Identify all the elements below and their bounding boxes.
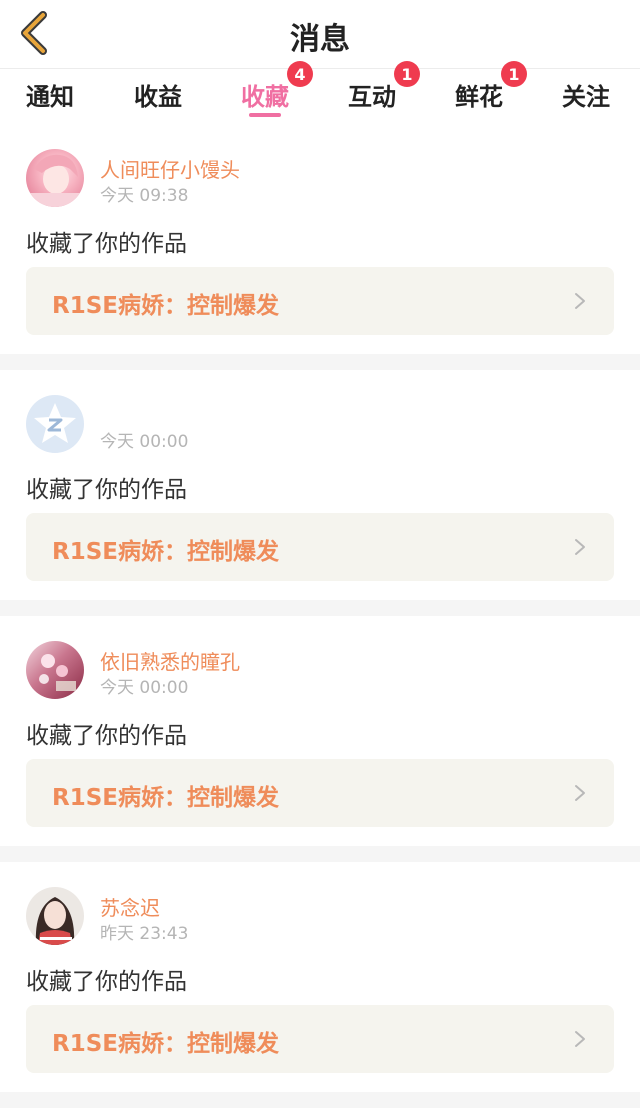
tab-flowers[interactable]: 鲜花 1 — [455, 61, 527, 112]
avatar[interactable] — [26, 395, 84, 453]
chevron-right-icon — [575, 1031, 585, 1047]
tab-label: 关注 — [562, 83, 610, 111]
chevron-right-icon — [575, 785, 585, 801]
flower-avatar-icon — [39, 654, 76, 691]
top-bar: 消息 — [0, 0, 640, 68]
work-title: R1SE病娇：控制爆发 — [52, 293, 279, 319]
timestamp: 今天 00:00 — [100, 432, 189, 452]
username[interactable]: 苏念迟 — [100, 892, 160, 921]
work-title: R1SE病娇：控制爆发 — [52, 1031, 279, 1057]
list-item: 依旧熟悉的瞳孔 今天 00:00 收藏了你的作品 R1SE病娇：控制爆发 — [0, 616, 640, 846]
work-link[interactable]: R1SE病娇：控制爆发 — [26, 759, 614, 827]
list-item: 今天 00:00 收藏了你的作品 R1SE病娇：控制爆发 — [0, 370, 640, 600]
work-title: R1SE病娇：控制爆发 — [52, 539, 279, 565]
tab-label: 鲜花 — [455, 83, 503, 111]
tab-earnings[interactable]: 收益 — [134, 77, 182, 112]
avatar[interactable] — [26, 149, 84, 207]
tab-bar: 通知 收益 收藏 4 互动 1 鲜花 1 关注 — [0, 61, 640, 121]
divider — [0, 354, 640, 370]
active-tab-indicator — [249, 113, 281, 117]
tab-favorites[interactable]: 收藏 4 — [241, 61, 313, 117]
count-badge: 4 — [287, 61, 313, 87]
message-list: 人间旺仔小馒头 今天 09:38 收藏了你的作品 R1SE病娇：控制爆发 今天 … — [0, 124, 640, 1108]
list-item: 人间旺仔小馒头 今天 09:38 收藏了你的作品 R1SE病娇：控制爆发 — [0, 124, 640, 354]
tab-label: 互动 — [348, 83, 396, 111]
username[interactable]: 依旧熟悉的瞳孔 — [100, 646, 240, 675]
tab-interactions[interactable]: 互动 1 — [348, 61, 420, 112]
tab-notifications[interactable]: 通知 — [26, 77, 74, 112]
timestamp: 今天 00:00 — [100, 678, 189, 698]
divider — [0, 600, 640, 616]
girl-portrait-avatar-icon — [35, 897, 75, 945]
action-text: 收藏了你的作品 — [26, 969, 187, 995]
work-link[interactable]: R1SE病娇：控制爆发 — [26, 267, 614, 335]
chevron-right-icon — [575, 539, 585, 555]
work-title: R1SE病娇：控制爆发 — [52, 785, 279, 811]
divider — [0, 1092, 640, 1108]
page-title: 消息 — [290, 22, 350, 57]
avatar[interactable] — [26, 641, 84, 699]
list-item: 苏念迟 昨天 23:43 收藏了你的作品 R1SE病娇：控制爆发 — [0, 862, 640, 1092]
action-text: 收藏了你的作品 — [26, 477, 187, 503]
timestamp: 今天 09:38 — [100, 186, 189, 206]
default-qq-avatar-icon — [34, 403, 76, 443]
tab-label: 收益 — [134, 83, 182, 111]
tab-follows[interactable]: 关注 — [562, 77, 610, 112]
pink-hair-avatar-icon — [26, 154, 84, 207]
count-badge: 1 — [394, 61, 420, 87]
avatar[interactable] — [26, 887, 84, 945]
chevron-right-icon — [575, 293, 585, 309]
username[interactable]: 人间旺仔小馒头 — [100, 154, 240, 183]
tab-label: 通知 — [26, 83, 74, 111]
work-link[interactable]: R1SE病娇：控制爆发 — [26, 1005, 614, 1073]
tab-label: 收藏 — [241, 83, 289, 111]
count-badge: 1 — [501, 61, 527, 87]
timestamp: 昨天 23:43 — [100, 924, 189, 944]
work-link[interactable]: R1SE病娇：控制爆发 — [26, 513, 614, 581]
divider — [0, 846, 640, 862]
action-text: 收藏了你的作品 — [26, 723, 187, 749]
action-text: 收藏了你的作品 — [26, 231, 187, 257]
